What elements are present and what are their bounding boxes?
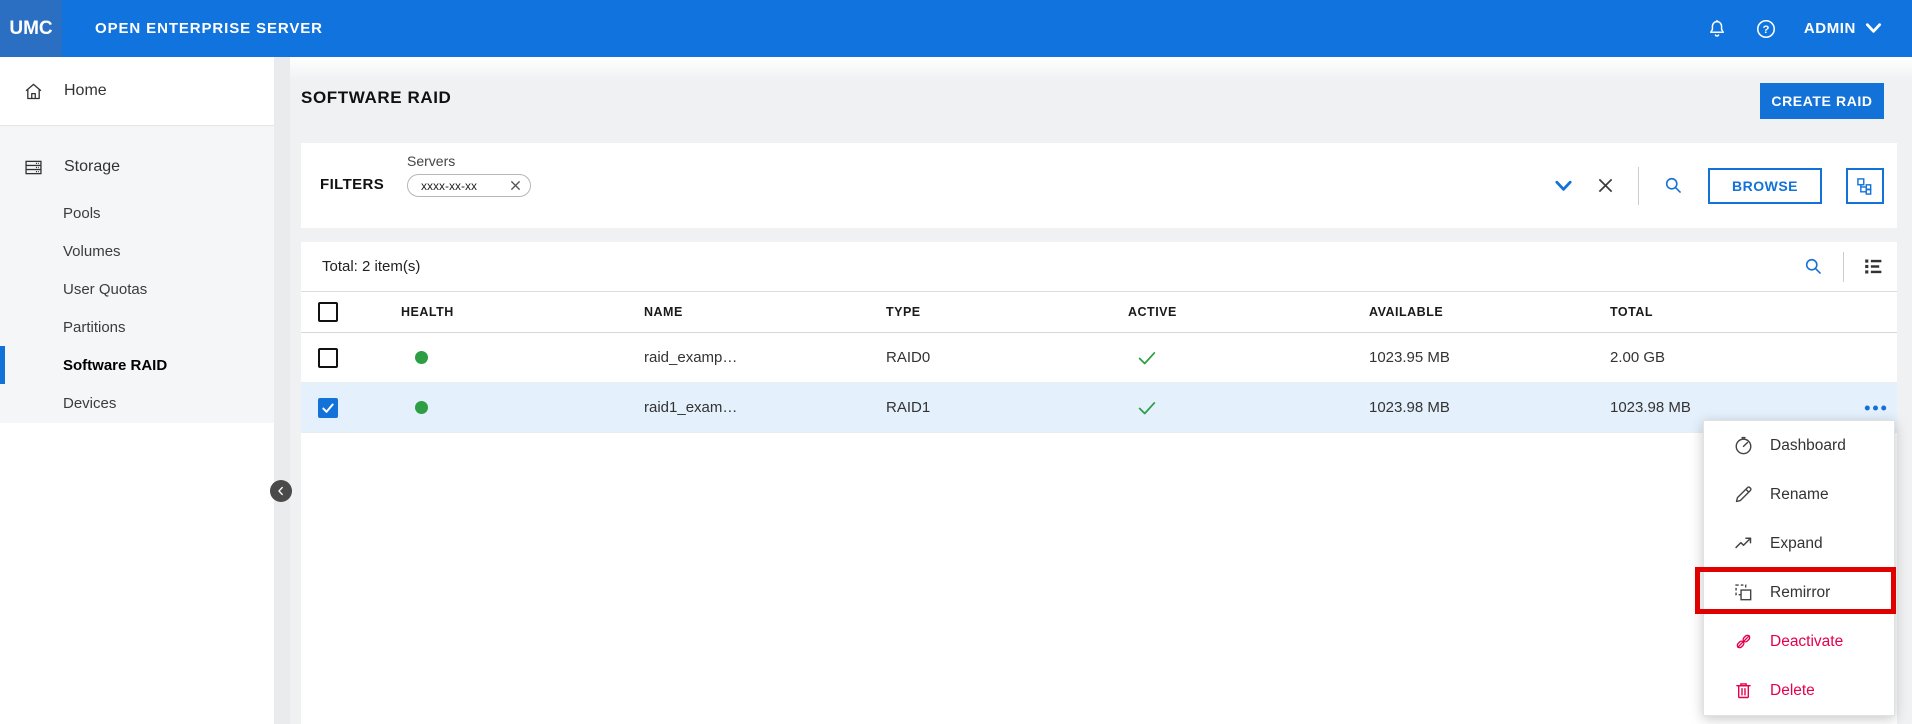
menu-item-delete[interactable]: Delete [1704, 666, 1894, 715]
main-content: SOFTWARE RAID CREATE RAID FILTERS Server… [290, 57, 1912, 724]
row-actions-ellipsis[interactable] [1864, 404, 1887, 411]
raid-type: RAID0 [886, 349, 1128, 366]
server-filter-chip-value: xxxx-xx-xx [421, 179, 477, 193]
active-check-icon [1136, 397, 1158, 419]
umc-logo[interactable]: UMC [0, 0, 62, 57]
list-view-icon[interactable] [1863, 256, 1884, 277]
storage-icon [23, 157, 44, 178]
trash-icon [1733, 680, 1754, 701]
column-header-health[interactable]: HEALTH [401, 305, 644, 319]
divider [1843, 252, 1844, 282]
menu-item-label: Expand [1770, 535, 1823, 553]
raid-name: raid_examp… [644, 349, 886, 366]
filters-bar: FILTERS Servers xxxx-xx-xx [301, 143, 1897, 228]
health-status-dot [415, 401, 428, 414]
total-count-label: Total: 2 item(s) [322, 258, 420, 275]
column-header-available[interactable]: AVAILABLE [1369, 305, 1610, 319]
chevron-down-icon [1865, 22, 1882, 35]
sidebar-item-home[interactable]: Home [0, 57, 274, 126]
browse-button[interactable]: BROWSE [1708, 168, 1822, 204]
sidebar-item-partitions[interactable]: Partitions [0, 308, 274, 346]
svg-text:?: ? [1762, 24, 1769, 36]
row-actions-menu: Dashboard Rename Expand Remirror Deacti [1703, 420, 1895, 716]
raid-total: 1023.98 MB [1610, 399, 1897, 416]
sidebar-item-software-raid[interactable]: Software RAID [0, 346, 274, 384]
broken-link-icon [1733, 631, 1754, 652]
menu-item-deactivate[interactable]: Deactivate [1704, 617, 1894, 666]
product-title: OPEN ENTERPRISE SERVER [95, 20, 323, 37]
page-title: SOFTWARE RAID [301, 88, 451, 108]
sidebar-edge-strip [274, 57, 290, 724]
sidebar-item-volumes[interactable]: Volumes [0, 232, 274, 270]
raid-total: 2.00 GB [1610, 349, 1897, 366]
clear-filters-icon[interactable] [1597, 177, 1614, 194]
sidebar-item-label: Home [64, 82, 107, 100]
row-checkbox[interactable] [318, 348, 338, 368]
servers-filter-group: Servers xxxx-xx-xx [407, 153, 531, 197]
sidebar-item-user-quotas[interactable]: User Quotas [0, 270, 274, 308]
sidebar-item-devices[interactable]: Devices [0, 384, 274, 422]
chevron-left-icon [275, 485, 287, 497]
table-search-icon[interactable] [1803, 256, 1824, 277]
menu-item-label: Remirror [1770, 584, 1830, 602]
remirror-icon [1733, 582, 1754, 603]
column-header-active[interactable]: ACTIVE [1128, 305, 1369, 319]
expand-filters-chevron-icon[interactable] [1554, 179, 1573, 193]
select-all-checkbox[interactable] [318, 302, 338, 322]
user-menu[interactable]: ADMIN [1804, 20, 1882, 37]
raid-type: RAID1 [886, 399, 1128, 416]
sidebar: Home Storage Pools Volumes User Quotas P… [0, 57, 274, 724]
pencil-icon [1733, 484, 1754, 505]
menu-item-label: Delete [1770, 682, 1815, 700]
top-bar: UMC OPEN ENTERPRISE SERVER ? ADMIN [0, 0, 1912, 57]
collapse-sidebar-button[interactable] [270, 480, 292, 502]
create-raid-button[interactable]: CREATE RAID [1760, 83, 1884, 119]
table-row[interactable]: raid_examp… RAID0 1023.95 MB 2.00 GB [301, 333, 1897, 383]
sidebar-item-label: Storage [64, 158, 120, 176]
menu-item-rename[interactable]: Rename [1704, 470, 1894, 519]
raid-name: raid1_exam… [644, 399, 886, 416]
gauge-icon [1733, 435, 1754, 456]
servers-filter-label: Servers [407, 153, 531, 169]
filters-label: FILTERS [320, 176, 384, 193]
server-filter-chip[interactable]: xxxx-xx-xx [407, 174, 531, 197]
column-header-type[interactable]: TYPE [886, 305, 1128, 319]
menu-item-label: Dashboard [1770, 437, 1846, 455]
user-name: ADMIN [1804, 20, 1856, 37]
menu-item-expand[interactable]: Expand [1704, 519, 1894, 568]
raid-available: 1023.98 MB [1369, 399, 1610, 416]
home-icon [23, 81, 44, 102]
storage-section: Storage Pools Volumes User Quotas Partit… [0, 126, 274, 423]
sidebar-item-storage[interactable]: Storage [0, 140, 274, 194]
active-check-icon [1136, 347, 1158, 369]
menu-item-label: Deactivate [1770, 633, 1843, 651]
filter-search-icon[interactable] [1663, 175, 1684, 196]
notifications-bell-icon[interactable] [1706, 18, 1728, 40]
table-row[interactable]: raid1_exam… RAID1 1023.98 MB 1023.98 MB [301, 383, 1897, 433]
tree-view-icon [1855, 176, 1875, 196]
row-checkbox[interactable] [318, 398, 338, 418]
health-status-dot [415, 351, 428, 364]
raid-table: Total: 2 item(s) HEAL [301, 242, 1897, 724]
menu-item-remirror[interactable]: Remirror [1704, 568, 1894, 617]
column-header-name[interactable]: NAME [644, 305, 886, 319]
tree-view-button[interactable] [1846, 168, 1884, 204]
help-icon[interactable]: ? [1755, 18, 1777, 40]
sidebar-item-pools[interactable]: Pools [0, 194, 274, 232]
trend-up-icon [1733, 533, 1754, 554]
menu-item-dashboard[interactable]: Dashboard [1704, 421, 1894, 470]
remove-chip-icon[interactable] [510, 180, 521, 191]
divider [1638, 167, 1639, 205]
table-header-row: HEALTH NAME TYPE ACTIVE AVAILABLE TOTAL [301, 292, 1897, 333]
raid-available: 1023.95 MB [1369, 349, 1610, 366]
column-header-total[interactable]: TOTAL [1610, 305, 1897, 319]
menu-item-label: Rename [1770, 486, 1829, 504]
